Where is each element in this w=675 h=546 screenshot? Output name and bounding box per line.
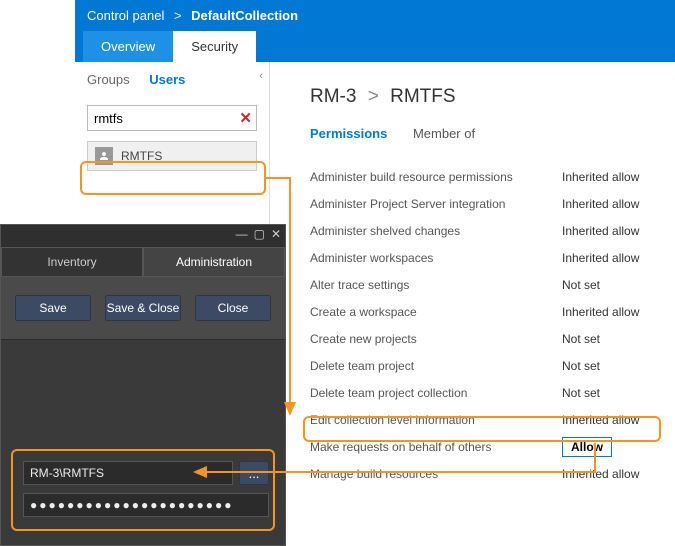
permission-row[interactable]: Administer shelved changes Inherited allo… xyxy=(310,217,657,244)
tab-security[interactable]: Security xyxy=(173,31,256,62)
permission-row[interactable]: Administer build resource permissions Inh… xyxy=(310,163,657,190)
tab-administration[interactable]: Administration xyxy=(143,247,285,277)
permission-value[interactable]: Not set xyxy=(562,278,657,292)
permission-value[interactable]: Inherited allow xyxy=(562,467,657,481)
permission-value[interactable]: Inherited allow xyxy=(562,197,657,211)
tab-overview[interactable]: Overview xyxy=(83,31,173,62)
permission-value[interactable]: Inherited allow xyxy=(562,251,657,265)
permission-label: Alter trace settings xyxy=(310,278,409,292)
save-button[interactable]: Save xyxy=(15,295,91,321)
permission-label: Delete team project collection xyxy=(310,386,467,400)
credentials-group: ... xyxy=(11,449,275,531)
permission-value[interactable]: Inherited allow xyxy=(562,170,657,184)
permission-row[interactable]: Delete team project collection Not set xyxy=(310,379,657,406)
clear-search-icon[interactable]: ✕ xyxy=(239,109,252,127)
permission-row[interactable]: Create new projects Not set xyxy=(310,325,657,352)
permission-value[interactable]: Inherited allow xyxy=(562,305,657,319)
permission-label: Edit collection level information xyxy=(310,413,475,427)
sidebar-tab-users[interactable]: Users xyxy=(149,72,185,87)
admin-dialog: — ▢ ✕ Inventory Administration Save Save… xyxy=(0,224,286,546)
permission-value[interactable]: Allow xyxy=(562,440,657,454)
chevron-right-icon: > xyxy=(174,8,182,23)
permission-row[interactable]: Edit collection level information Inherit… xyxy=(310,406,657,433)
tab-member-of[interactable]: Member of xyxy=(413,126,475,141)
user-search-input[interactable] xyxy=(87,105,257,131)
permission-row[interactable]: Create a workspace Inherited allow xyxy=(310,298,657,325)
permission-label: Manage build resources xyxy=(310,467,438,481)
close-button[interactable]: Close xyxy=(195,295,271,321)
permission-row[interactable]: Manage build resources Inherited allow xyxy=(310,460,657,487)
account-field[interactable] xyxy=(23,461,233,485)
permission-label: Make requests on behalf of others xyxy=(310,440,491,454)
permission-label: Administer Project Server integration xyxy=(310,197,505,211)
maximize-icon[interactable]: ▢ xyxy=(254,227,265,241)
sidebar-tab-groups[interactable]: Groups xyxy=(87,72,130,87)
tab-permissions[interactable]: Permissions xyxy=(310,126,387,141)
permission-label: Create new projects xyxy=(310,332,417,346)
save-close-button[interactable]: Save & Close xyxy=(105,295,181,321)
breadcrumb-current[interactable]: DefaultCollection xyxy=(191,8,298,23)
permission-label: Administer workspaces xyxy=(310,251,433,265)
permission-row[interactable]: Delete team project Not set xyxy=(310,352,657,379)
permission-value[interactable]: Inherited allow xyxy=(562,224,657,238)
permission-value[interactable]: Not set xyxy=(562,332,657,346)
permission-label: Delete team project xyxy=(310,359,414,373)
permission-label: Administer build resource permissions xyxy=(310,170,513,184)
permission-value[interactable]: Inherited allow xyxy=(562,413,657,427)
permission-row[interactable]: Administer Project Server integration Inh… xyxy=(310,190,657,217)
breadcrumb-root[interactable]: Control panel xyxy=(87,8,164,23)
chevron-right-icon: > xyxy=(368,86,379,107)
permission-row[interactable]: Make requests on behalf of others Allow xyxy=(310,433,657,460)
permission-value[interactable]: Not set xyxy=(562,386,657,400)
tab-inventory[interactable]: Inventory xyxy=(1,247,143,277)
person-icon xyxy=(95,147,113,165)
user-item-label: RMTFS xyxy=(121,149,162,163)
permission-row[interactable]: Alter trace settings Not set xyxy=(310,271,657,298)
minimize-icon[interactable]: — xyxy=(236,227,248,241)
password-field[interactable] xyxy=(23,493,269,517)
user-list-item[interactable]: RMTFS xyxy=(87,141,257,171)
permission-label: Create a workspace xyxy=(310,305,417,319)
browse-account-button[interactable]: ... xyxy=(239,461,269,485)
close-icon[interactable]: ✕ xyxy=(271,227,281,241)
permission-label: Administer shelved changes xyxy=(310,224,460,238)
page-title: RM-3 > RMTFS xyxy=(310,86,657,108)
permission-value[interactable]: Not set xyxy=(562,359,657,373)
permission-row[interactable]: Administer workspaces Inherited allow xyxy=(310,244,657,271)
collapse-sidebar-icon[interactable]: ‹ xyxy=(259,70,263,82)
breadcrumb: Control panel > DefaultCollection xyxy=(75,0,675,23)
